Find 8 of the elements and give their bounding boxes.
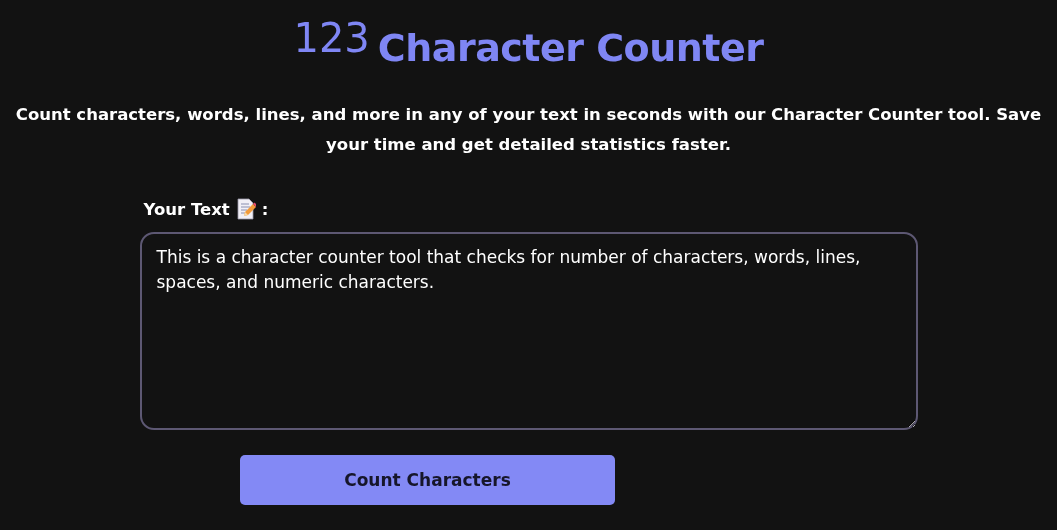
- field-label: Your Text: [143, 199, 230, 219]
- page-title: Character Counter: [377, 25, 764, 72]
- description: Count characters, words, lines, and more in any of your text in seconds with our Character Counter tool. Save your time and get detailed statistics faster.: [14, 104, 1043, 156]
- memo-pencil-icon: [235, 198, 256, 220]
- text-input-field[interactable]: This is a character counter tool that checks for number of characters, words, lines, spaces, and numeric characters.: [139, 232, 918, 430]
- count-characters-button[interactable]: Count Characters: [240, 455, 615, 505]
- number-logo: 123: [293, 14, 370, 62]
- label-colon: :: [261, 199, 269, 219]
